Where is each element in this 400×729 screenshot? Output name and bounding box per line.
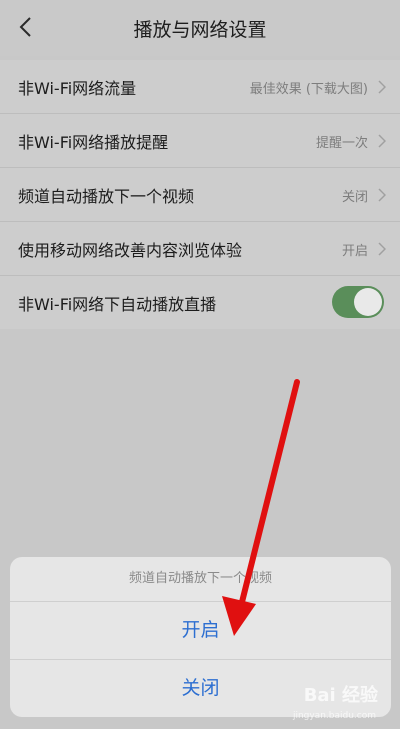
option-on-button[interactable]: 开启 xyxy=(10,602,391,660)
setting-label: 非Wi-Fi网络播放提醒 xyxy=(18,133,169,152)
setting-value: 开启 xyxy=(341,244,368,259)
setting-label: 非Wi-Fi网络流量 xyxy=(18,79,137,98)
setting-row-play-reminder[interactable]: 非Wi-Fi网络播放提醒 提醒一次 xyxy=(0,114,400,168)
chevron-right-icon xyxy=(378,80,386,94)
setting-row-non-wifi-traffic[interactable]: 非Wi-Fi网络流量 最佳效果 (下载大图) xyxy=(0,60,400,114)
setting-label: 使用移动网络改善内容浏览体验 xyxy=(18,241,243,260)
setting-value: 提醒一次 xyxy=(315,136,368,151)
setting-value: 最佳效果 (下载大图) xyxy=(249,82,368,97)
settings-list: 非Wi-Fi网络流量 最佳效果 (下载大图) 非Wi-Fi网络播放提醒 提醒一次… xyxy=(0,60,400,329)
setting-row-autoplay-live: 非Wi-Fi网络下自动播放直播 xyxy=(0,276,400,329)
autoplay-live-toggle[interactable] xyxy=(332,286,384,318)
baidu-jingyan-watermark: Bai 经验 xyxy=(303,685,378,706)
toggle-knob xyxy=(354,288,382,316)
nav-bar: 播放与网络设置 xyxy=(0,0,400,56)
action-sheet-title: 频道自动播放下一个视频 xyxy=(10,557,391,602)
watermark-url: jingyan.baidu.com xyxy=(292,711,376,721)
setting-row-mobile-network-improve[interactable]: 使用移动网络改善内容浏览体验 开启 xyxy=(0,222,400,276)
setting-row-autoplay-next[interactable]: 频道自动播放下一个视频 关闭 xyxy=(0,168,400,222)
setting-value: 关闭 xyxy=(341,190,368,205)
setting-label: 非Wi-Fi网络下自动播放直播 xyxy=(18,295,217,314)
chevron-right-icon xyxy=(378,188,386,202)
chevron-right-icon xyxy=(378,242,386,256)
chevron-right-icon xyxy=(378,134,386,148)
setting-label: 频道自动播放下一个视频 xyxy=(18,187,195,206)
page-title: 播放与网络设置 xyxy=(133,19,267,41)
